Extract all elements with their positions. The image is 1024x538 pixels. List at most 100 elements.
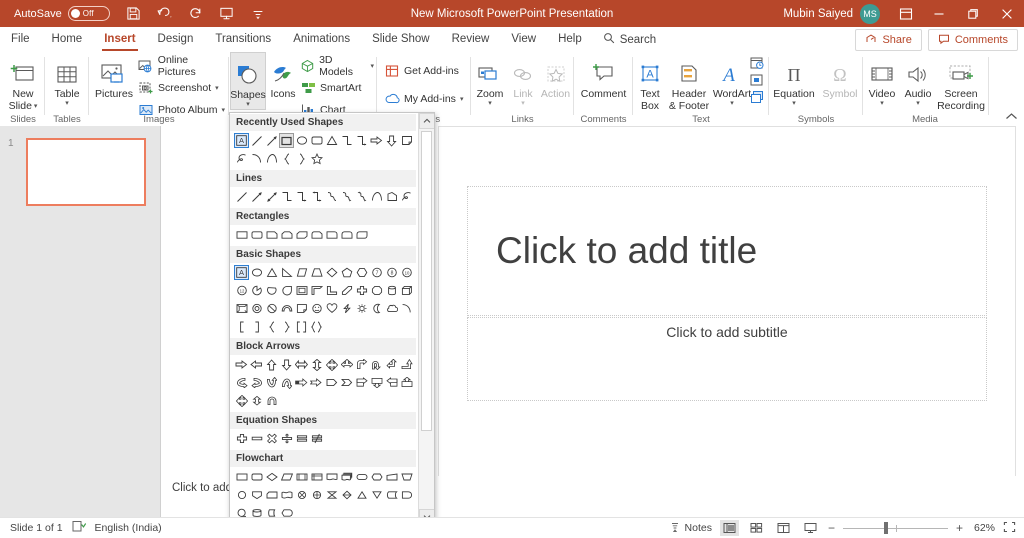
shape-oval[interactable]	[249, 265, 264, 280]
shape-arc[interactable]	[369, 189, 384, 204]
shape-not-equal[interactable]	[309, 431, 324, 446]
chevron-down-icon[interactable]: ▾	[488, 100, 492, 107]
shape-snip-and-round-corner[interactable]	[309, 227, 324, 242]
shape-flowchart-summing-junction[interactable]	[294, 487, 309, 502]
shape-curved-connector[interactable]	[324, 189, 339, 204]
shape-right-arrow-callout[interactable]	[354, 375, 369, 390]
shape-left-right-arrow[interactable]	[294, 357, 309, 372]
my-add-ins-button[interactable]: My Add-ins ▾	[384, 90, 463, 108]
accessibility-checker-icon[interactable]	[72, 520, 86, 536]
share-button[interactable]: Share	[855, 29, 921, 51]
shape-pentagon[interactable]	[339, 265, 354, 280]
shape-round-same-side-corner[interactable]	[339, 227, 354, 242]
wordart-button[interactable]: A WordArt ▾	[712, 52, 752, 107]
shape-notched-right-arrow[interactable]	[309, 375, 324, 390]
shape-block-arc[interactable]	[279, 301, 294, 316]
slide-show-view-button[interactable]	[801, 520, 820, 536]
shape-elbow-double-arrow-connector[interactable]	[309, 189, 324, 204]
title-placeholder[interactable]: Click to add title	[467, 186, 987, 316]
shape-curved-arrow-connector[interactable]	[339, 189, 354, 204]
shape-regular-pentagon-cut[interactable]	[369, 283, 384, 298]
tab-review[interactable]: Review	[441, 27, 501, 52]
slide-count-label[interactable]: Slide 1 of 1	[10, 522, 63, 534]
zoom-slider-handle[interactable]	[884, 522, 888, 534]
shape-flowchart-alternate-process[interactable]	[249, 469, 264, 484]
shape-arc[interactable]	[399, 301, 414, 316]
shape-diagonal-stripe[interactable]	[339, 283, 354, 298]
comment-button[interactable]: Comment	[575, 52, 632, 100]
link-button[interactable]: Link ▾	[508, 52, 538, 107]
shape-smiley-face[interactable]	[309, 301, 324, 316]
language-label[interactable]: English (India)	[95, 522, 162, 534]
pictures-button[interactable]: Pictures	[90, 52, 138, 100]
shape-l-shape[interactable]	[324, 283, 339, 298]
subtitle-placeholder[interactable]: Click to add subtitle	[467, 317, 987, 401]
zoom-out-button[interactable]: −	[828, 521, 835, 535]
shape-arc[interactable]	[249, 151, 264, 166]
shape-snip-diagonal-corner[interactable]	[294, 227, 309, 242]
insert-object-icon[interactable]	[750, 90, 766, 105]
shape-divide[interactable]	[279, 431, 294, 446]
text-box-button[interactable]: A Text Box	[634, 52, 666, 112]
shape-left-up-arrow[interactable]	[384, 357, 399, 372]
shape-right-triangle[interactable]	[279, 265, 294, 280]
undo-icon[interactable]	[155, 4, 175, 24]
normal-view-button[interactable]	[720, 520, 739, 536]
shape-flowchart-stored-data[interactable]	[384, 487, 399, 502]
fit-slide-to-window-icon[interactable]	[1003, 521, 1016, 536]
save-icon[interactable]	[124, 4, 144, 24]
shape-freeform-shape[interactable]	[384, 189, 399, 204]
customize-quick-access-toolbar-icon[interactable]	[248, 4, 268, 24]
shape-striped-right-arrow[interactable]	[294, 375, 309, 390]
restore-button[interactable]	[956, 0, 990, 27]
shape-sun[interactable]	[354, 301, 369, 316]
shape-elbow-connector[interactable]	[339, 133, 354, 148]
chevron-down-icon[interactable]: ▾	[222, 107, 226, 114]
shape-cross[interactable]	[354, 283, 369, 298]
shape-flowchart-connector[interactable]	[234, 487, 249, 502]
screenshot-button[interactable]: Screenshot ▾	[138, 79, 228, 97]
shape-trapezoid[interactable]	[309, 265, 324, 280]
shape-line-arrow[interactable]	[249, 189, 264, 204]
shape-line[interactable]	[249, 133, 264, 148]
shape-heptagon[interactable]: 7	[369, 265, 384, 280]
shape-diamond[interactable]	[324, 265, 339, 280]
shape-left-arrow-callout[interactable]	[384, 375, 399, 390]
get-add-ins-button[interactable]: Get Add-ins	[384, 62, 463, 80]
shape-left-bracket[interactable]	[234, 319, 249, 334]
shape-flowchart-sort[interactable]	[339, 487, 354, 502]
shape-snip-single-corner[interactable]	[264, 227, 279, 242]
shape-lightning-bolt[interactable]	[339, 301, 354, 316]
close-button[interactable]	[990, 0, 1024, 27]
shape-heart[interactable]	[324, 301, 339, 316]
shape-flowchart-multidocument[interactable]	[339, 469, 354, 484]
shape-text-box[interactable]: A	[234, 133, 249, 148]
shape-freeform-scribble[interactable]	[234, 151, 249, 166]
shape-rounded-rectangle[interactable]	[249, 227, 264, 242]
shapes-button[interactable]: Shapes ▾	[230, 52, 266, 110]
shape-cloud[interactable]	[384, 301, 399, 316]
shape-flowchart-collate[interactable]	[324, 487, 339, 502]
shape-elbow-connector[interactable]	[279, 189, 294, 204]
shape-plus[interactable]	[234, 431, 249, 446]
zoom-in-button[interactable]: +	[956, 521, 963, 535]
audio-button[interactable]: Audio ▾	[900, 52, 936, 107]
shape-left-arrow[interactable]	[249, 357, 264, 372]
3d-models-button[interactable]: 3D Models ▾	[300, 57, 374, 75]
shape-right-arrow[interactable]	[369, 133, 384, 148]
shape-round-diagonal-corner[interactable]	[354, 227, 369, 242]
shape-up-arrow[interactable]	[264, 357, 279, 372]
shape-curved-left-arrow[interactable]	[249, 375, 264, 390]
slide-sorter-view-button[interactable]	[747, 520, 766, 536]
shape-pentagon-arrow[interactable]	[324, 375, 339, 390]
chevron-down-icon[interactable]: ▾	[730, 100, 734, 107]
shape-flowchart-predefined-process[interactable]	[294, 469, 309, 484]
shape-isosceles-triangle[interactable]	[324, 133, 339, 148]
shape-donut[interactable]	[249, 301, 264, 316]
shape-folded-corner[interactable]	[399, 133, 414, 148]
shape-flowchart-terminator[interactable]	[354, 469, 369, 484]
shape-dodecagon[interactable]: 12	[234, 283, 249, 298]
action-button[interactable]: Action	[538, 52, 573, 100]
shape-right-arrow[interactable]	[234, 357, 249, 372]
ribbon-display-options-icon[interactable]	[890, 0, 922, 27]
